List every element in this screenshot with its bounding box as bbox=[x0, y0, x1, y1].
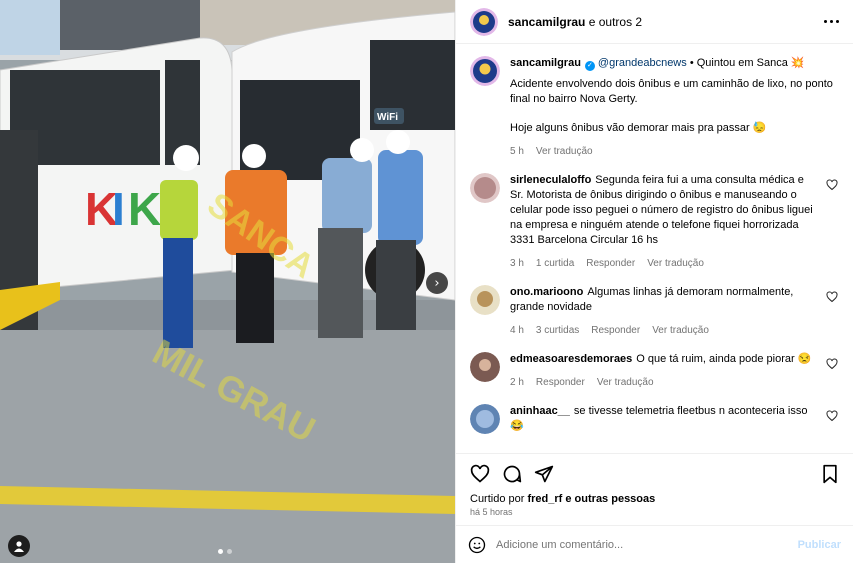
carousel-next-button[interactable]: › bbox=[426, 272, 448, 294]
comments-list[interactable]: sancamilgrau ✓ @grandeabcnews • Quintou em… bbox=[456, 44, 853, 453]
likes-user[interactable]: fred_rf bbox=[527, 493, 562, 505]
translate-link[interactable]: Ver tradução bbox=[652, 323, 709, 338]
reply-button[interactable]: Responder bbox=[586, 256, 635, 271]
heart-icon[interactable] bbox=[470, 464, 490, 484]
verified-icon: ✓ bbox=[584, 61, 595, 71]
translate-link[interactable]: Ver tradução bbox=[597, 375, 654, 390]
chevron-right-icon: › bbox=[434, 275, 440, 291]
svg-text:I: I bbox=[112, 183, 125, 235]
reply-button[interactable]: Responder bbox=[536, 375, 585, 390]
heart-icon[interactable] bbox=[825, 410, 839, 422]
comment-item: ono.marioono Algumas linhas já demoram no… bbox=[470, 285, 839, 338]
caption-time: 5 h bbox=[510, 146, 524, 157]
carousel-indicator bbox=[218, 549, 232, 554]
translate-link[interactable]: Ver tradução bbox=[647, 256, 704, 271]
comment-text: O que tá ruim, ainda pode piorar 😒 bbox=[636, 353, 812, 365]
comment-username[interactable]: aninhaac__ bbox=[510, 405, 570, 417]
caption-location: • Quintou em Sanca 💥 bbox=[686, 57, 805, 69]
author-avatar[interactable] bbox=[470, 7, 498, 36]
caption: sancamilgrau ✓ @grandeabcnews • Quintou em… bbox=[470, 56, 839, 159]
caption-username[interactable]: sancamilgrau bbox=[510, 57, 581, 69]
post-side-panel: sancamilgrau e outros 2 sancamilgrau ✓ @gr… bbox=[455, 0, 853, 563]
avatar[interactable] bbox=[470, 285, 500, 315]
avatar[interactable] bbox=[470, 56, 500, 86]
avatar[interactable] bbox=[470, 173, 500, 203]
post-header: sancamilgrau e outros 2 bbox=[456, 0, 853, 44]
post-photo: K I K WiFi SANCA MIL GRAU bbox=[0, 0, 455, 563]
carousel-dot bbox=[227, 549, 232, 554]
comment-item: edmeasoaresdemoraes O que tá ruim, ainda … bbox=[470, 352, 839, 390]
heart-icon[interactable] bbox=[825, 291, 839, 303]
more-icon[interactable] bbox=[824, 20, 839, 23]
heart-icon[interactable] bbox=[825, 179, 839, 191]
comment-item: aninhaac__ se tivesse telemetria fleetbus… bbox=[470, 404, 839, 434]
share-icon[interactable] bbox=[534, 464, 554, 484]
caption-text: Acidente envolvendo dois ônibus e um cam… bbox=[510, 78, 833, 105]
comment-item: sirleneculaloffo Segunda feira fui a uma … bbox=[470, 173, 839, 271]
caption-mention[interactable]: @grandeabcnews bbox=[598, 57, 687, 69]
save-icon[interactable] bbox=[821, 464, 839, 484]
comment-time: 2 h bbox=[510, 377, 524, 388]
coauthors-text[interactable]: e outros 2 bbox=[585, 15, 642, 29]
likes-prefix: Curtido por bbox=[470, 493, 528, 505]
user-tag-button[interactable] bbox=[8, 535, 30, 557]
author-username[interactable]: sancamilgrau bbox=[508, 15, 585, 29]
publish-button[interactable]: Publicar bbox=[798, 539, 841, 551]
svg-text:K: K bbox=[128, 183, 161, 235]
likes-summary[interactable]: Curtido por fred_rf e outras pessoas bbox=[456, 493, 853, 505]
likes-suffix[interactable]: e outras pessoas bbox=[562, 493, 655, 505]
comment-likes[interactable]: 1 curtida bbox=[536, 256, 574, 271]
comment-composer: Publicar bbox=[456, 525, 853, 563]
comment-time: 3 h bbox=[510, 258, 524, 269]
user-tag-icon bbox=[14, 541, 24, 552]
comment-likes[interactable]: 3 curtidas bbox=[536, 323, 579, 338]
avatar[interactable] bbox=[470, 404, 500, 434]
comment-icon[interactable] bbox=[502, 464, 522, 484]
caption-translate-link[interactable]: Ver tradução bbox=[536, 144, 593, 159]
comment-username[interactable]: sirleneculaloffo bbox=[510, 174, 591, 186]
carousel-dot bbox=[218, 549, 223, 554]
post-timestamp: há 5 horas bbox=[470, 507, 513, 517]
avatar[interactable] bbox=[470, 352, 500, 382]
heart-icon[interactable] bbox=[825, 358, 839, 370]
post-media[interactable]: K I K WiFi SANCA MIL GRAU › bbox=[0, 0, 455, 563]
emoji-icon[interactable] bbox=[468, 536, 486, 554]
post-actions bbox=[456, 453, 853, 493]
caption-text-2: Hoje alguns ônibus vão demorar mais pra … bbox=[510, 122, 767, 134]
comment-input[interactable] bbox=[496, 538, 788, 551]
comment-username[interactable]: ono.marioono bbox=[510, 286, 583, 298]
reply-button[interactable]: Responder bbox=[591, 323, 640, 338]
instagram-post-view: K I K WiFi SANCA MIL GRAU › sancamilgrau… bbox=[0, 0, 853, 563]
comment-time: 4 h bbox=[510, 325, 524, 336]
post-authors[interactable]: sancamilgrau e outros 2 bbox=[508, 15, 642, 29]
bus-wifi-sign: WiFi bbox=[377, 112, 398, 123]
comment-username[interactable]: edmeasoaresdemoraes bbox=[510, 353, 632, 365]
